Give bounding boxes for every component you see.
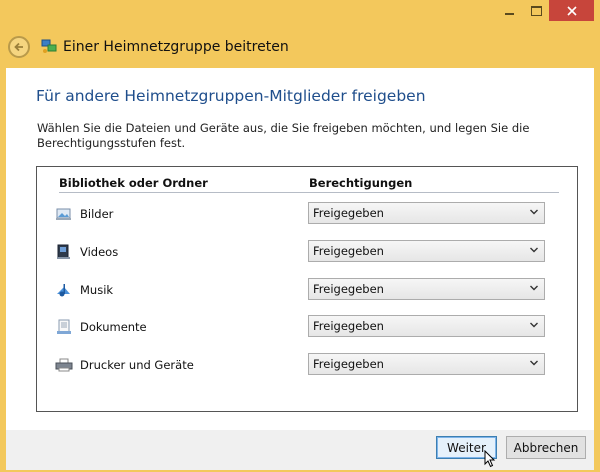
close-icon (566, 5, 577, 16)
minimize-icon (505, 12, 514, 15)
permission-value: Freigegeben (313, 319, 384, 333)
description-line-1: Wählen Sie die Dateien und Geräte aus, d… (37, 121, 530, 135)
music-icon (57, 284, 70, 297)
permission-dropdown[interactable]: Freigegeben (308, 202, 545, 224)
permission-value: Freigegeben (313, 206, 384, 220)
column-header-library: Bibliothek oder Ordner (59, 176, 208, 190)
table-row: Videos Freigegeben (37, 240, 577, 264)
chevron-down-icon (530, 209, 538, 215)
row-label: Bilder (80, 207, 114, 221)
chevron-down-icon (530, 360, 538, 366)
permission-dropdown[interactable]: Freigegeben (308, 278, 545, 300)
permission-dropdown[interactable]: Freigegeben (308, 315, 545, 337)
page-description: Wählen Sie die Dateien und Geräte aus, d… (37, 121, 530, 151)
permission-value: Freigegeben (313, 244, 384, 258)
maximize-icon (530, 5, 542, 16)
chevron-down-icon (530, 247, 538, 253)
page-heading: Für andere Heimnetzgruppen-Mitglieder fr… (36, 87, 426, 105)
window-title: Einer Heimnetzgruppe beitreten (63, 39, 289, 55)
mouse-cursor-icon (484, 450, 496, 468)
row-label: Drucker und Geräte (80, 358, 194, 372)
close-button[interactable] (549, 0, 594, 21)
row-label: Videos (80, 245, 119, 259)
printer-icon (55, 358, 73, 372)
cancel-button[interactable]: Abbrechen (506, 436, 586, 459)
permission-value: Freigegeben (313, 357, 384, 371)
header-divider (59, 192, 559, 193)
button-bar: Weiter Abbrechen (6, 430, 594, 470)
minimize-button[interactable] (496, 0, 523, 21)
maximize-button[interactable] (523, 0, 549, 21)
back-arrow-icon (14, 42, 23, 52)
documents-icon (57, 319, 71, 334)
table-row: Musik Freigegeben (37, 278, 577, 302)
table-row: Bilder Freigegeben (37, 202, 577, 226)
row-label: Dokumente (80, 320, 147, 334)
table-row: Dokumente Freigegeben (37, 315, 577, 339)
permission-dropdown[interactable]: Freigegeben (308, 240, 545, 262)
content-panel: Für andere Heimnetzgruppen-Mitglieder fr… (6, 68, 594, 430)
pictures-icon (56, 208, 71, 220)
description-line-2: Berechtigungsstufen fest. (37, 136, 186, 150)
homegroup-icon (41, 39, 57, 53)
permission-dropdown[interactable]: Freigegeben (308, 353, 545, 375)
table-row: Drucker und Geräte Freigegeben (37, 353, 577, 377)
permission-value: Freigegeben (313, 282, 384, 296)
back-button[interactable] (8, 36, 30, 58)
videos-icon (57, 244, 70, 259)
chevron-down-icon (530, 285, 538, 291)
wizard-window: Einer Heimnetzgruppe beitreten Für ander… (0, 0, 600, 472)
chevron-down-icon (530, 322, 538, 328)
sharing-table: Bibliothek oder Ordner Berechtigungen Bi… (36, 166, 578, 412)
column-header-permissions: Berechtigungen (309, 176, 413, 190)
row-label: Musik (80, 283, 114, 297)
